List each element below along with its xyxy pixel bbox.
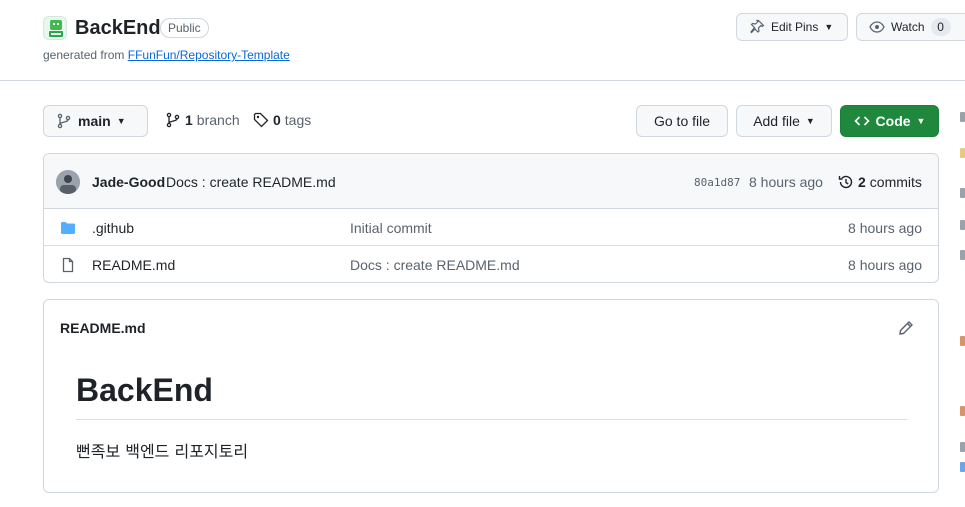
tag-count: 0 (273, 112, 281, 128)
readme-filename[interactable]: README.md (60, 320, 146, 336)
pencil-icon[interactable] (898, 320, 914, 336)
table-row[interactable]: README.md Docs : create README.md 8 hour… (44, 246, 938, 282)
tag-label: tags (284, 112, 312, 128)
file-commit-message[interactable]: Docs : create README.md (350, 257, 520, 273)
branch-count: 1 (185, 112, 193, 128)
sidebar-fragment (960, 148, 965, 158)
sidebar-fragment (960, 406, 965, 416)
repo-avatar[interactable] (43, 16, 67, 40)
avatar[interactable] (56, 170, 80, 194)
repo-name[interactable]: BackEnd (75, 17, 161, 40)
commit-author[interactable]: Jade-Good (92, 174, 165, 190)
file-commit-message[interactable]: Initial commit (350, 220, 432, 236)
code-label: Code (875, 113, 911, 129)
sidebar-fragment (960, 220, 965, 230)
file-time: 8 hours ago (848, 220, 922, 236)
sidebar-fragment (960, 462, 965, 472)
commit-message[interactable]: Docs : create README.md (166, 174, 336, 190)
branch-label: branch (196, 112, 240, 128)
watch-button[interactable]: Watch 0 (856, 13, 965, 41)
go-to-file-label: Go to file (653, 113, 711, 129)
add-file-button[interactable]: Add file ▼ (736, 105, 832, 137)
template-link[interactable]: FFunFun/Repository-Template (128, 48, 290, 62)
git-branch-icon (166, 112, 180, 128)
history-icon (838, 175, 853, 189)
pin-icon (750, 19, 765, 34)
sidebar-fragment (960, 250, 965, 260)
chevron-down-icon: ▼ (916, 116, 926, 126)
watch-label: Watch (891, 20, 925, 34)
visibility-badge: Public (160, 18, 209, 38)
readme-body: 뻔족보 백엔드 리포지토리 (76, 442, 249, 461)
watch-count: 0 (930, 18, 951, 36)
generated-from: generated from FFunFun/Repository-Templa… (43, 48, 290, 62)
file-time: 8 hours ago (848, 257, 922, 273)
code-button[interactable]: Code ▼ (840, 105, 939, 137)
tags-link[interactable]: 0 tags (253, 112, 311, 128)
branch-select-button[interactable]: main ▼ (43, 105, 148, 137)
go-to-file-button[interactable]: Go to file (636, 105, 728, 137)
generated-prefix: generated from (43, 48, 125, 62)
sidebar-fragment (960, 442, 965, 452)
commit-sha[interactable]: 80a1d87 (694, 176, 740, 189)
table-row[interactable]: .github Initial commit 8 hours ago (44, 209, 938, 246)
code-icon (853, 116, 870, 126)
branches-link[interactable]: 1 branch (165, 112, 240, 128)
file-browser: Jade-Good Docs : create README.md 80a1d8… (43, 153, 939, 283)
branch-name: main (78, 113, 111, 129)
tag-icon (253, 112, 269, 128)
chevron-down-icon: ▼ (805, 116, 815, 126)
chevron-down-icon: ▼ (824, 22, 834, 32)
readme-divider (76, 419, 907, 420)
commit-time: 8 hours ago (749, 174, 823, 190)
sidebar-fragment (960, 188, 965, 198)
commit-label: commits (869, 174, 922, 190)
edit-pins-label: Edit Pins (771, 20, 819, 34)
sidebar-fragment (960, 112, 965, 122)
git-branch-icon (57, 113, 71, 129)
file-name[interactable]: .github (92, 220, 134, 236)
edit-pins-button[interactable]: Edit Pins ▼ (736, 13, 848, 41)
readme-heading: BackEnd (76, 372, 213, 408)
header-divider (0, 80, 965, 81)
chevron-down-icon: ▼ (116, 116, 126, 126)
sidebar-fragment (960, 336, 965, 346)
file-name[interactable]: README.md (92, 257, 175, 273)
eye-icon (869, 21, 885, 33)
add-file-label: Add file (753, 113, 800, 129)
latest-commit-row: Jade-Good Docs : create README.md 80a1d8… (44, 154, 938, 209)
commits-link[interactable]: 2 commits (838, 174, 922, 190)
readme-panel: README.md BackEnd 뻔족보 백엔드 리포지토리 (43, 299, 939, 493)
folder-icon (61, 222, 75, 234)
sidebar-edge (960, 100, 965, 480)
file-icon (62, 257, 74, 273)
commit-count: 2 (858, 174, 866, 190)
